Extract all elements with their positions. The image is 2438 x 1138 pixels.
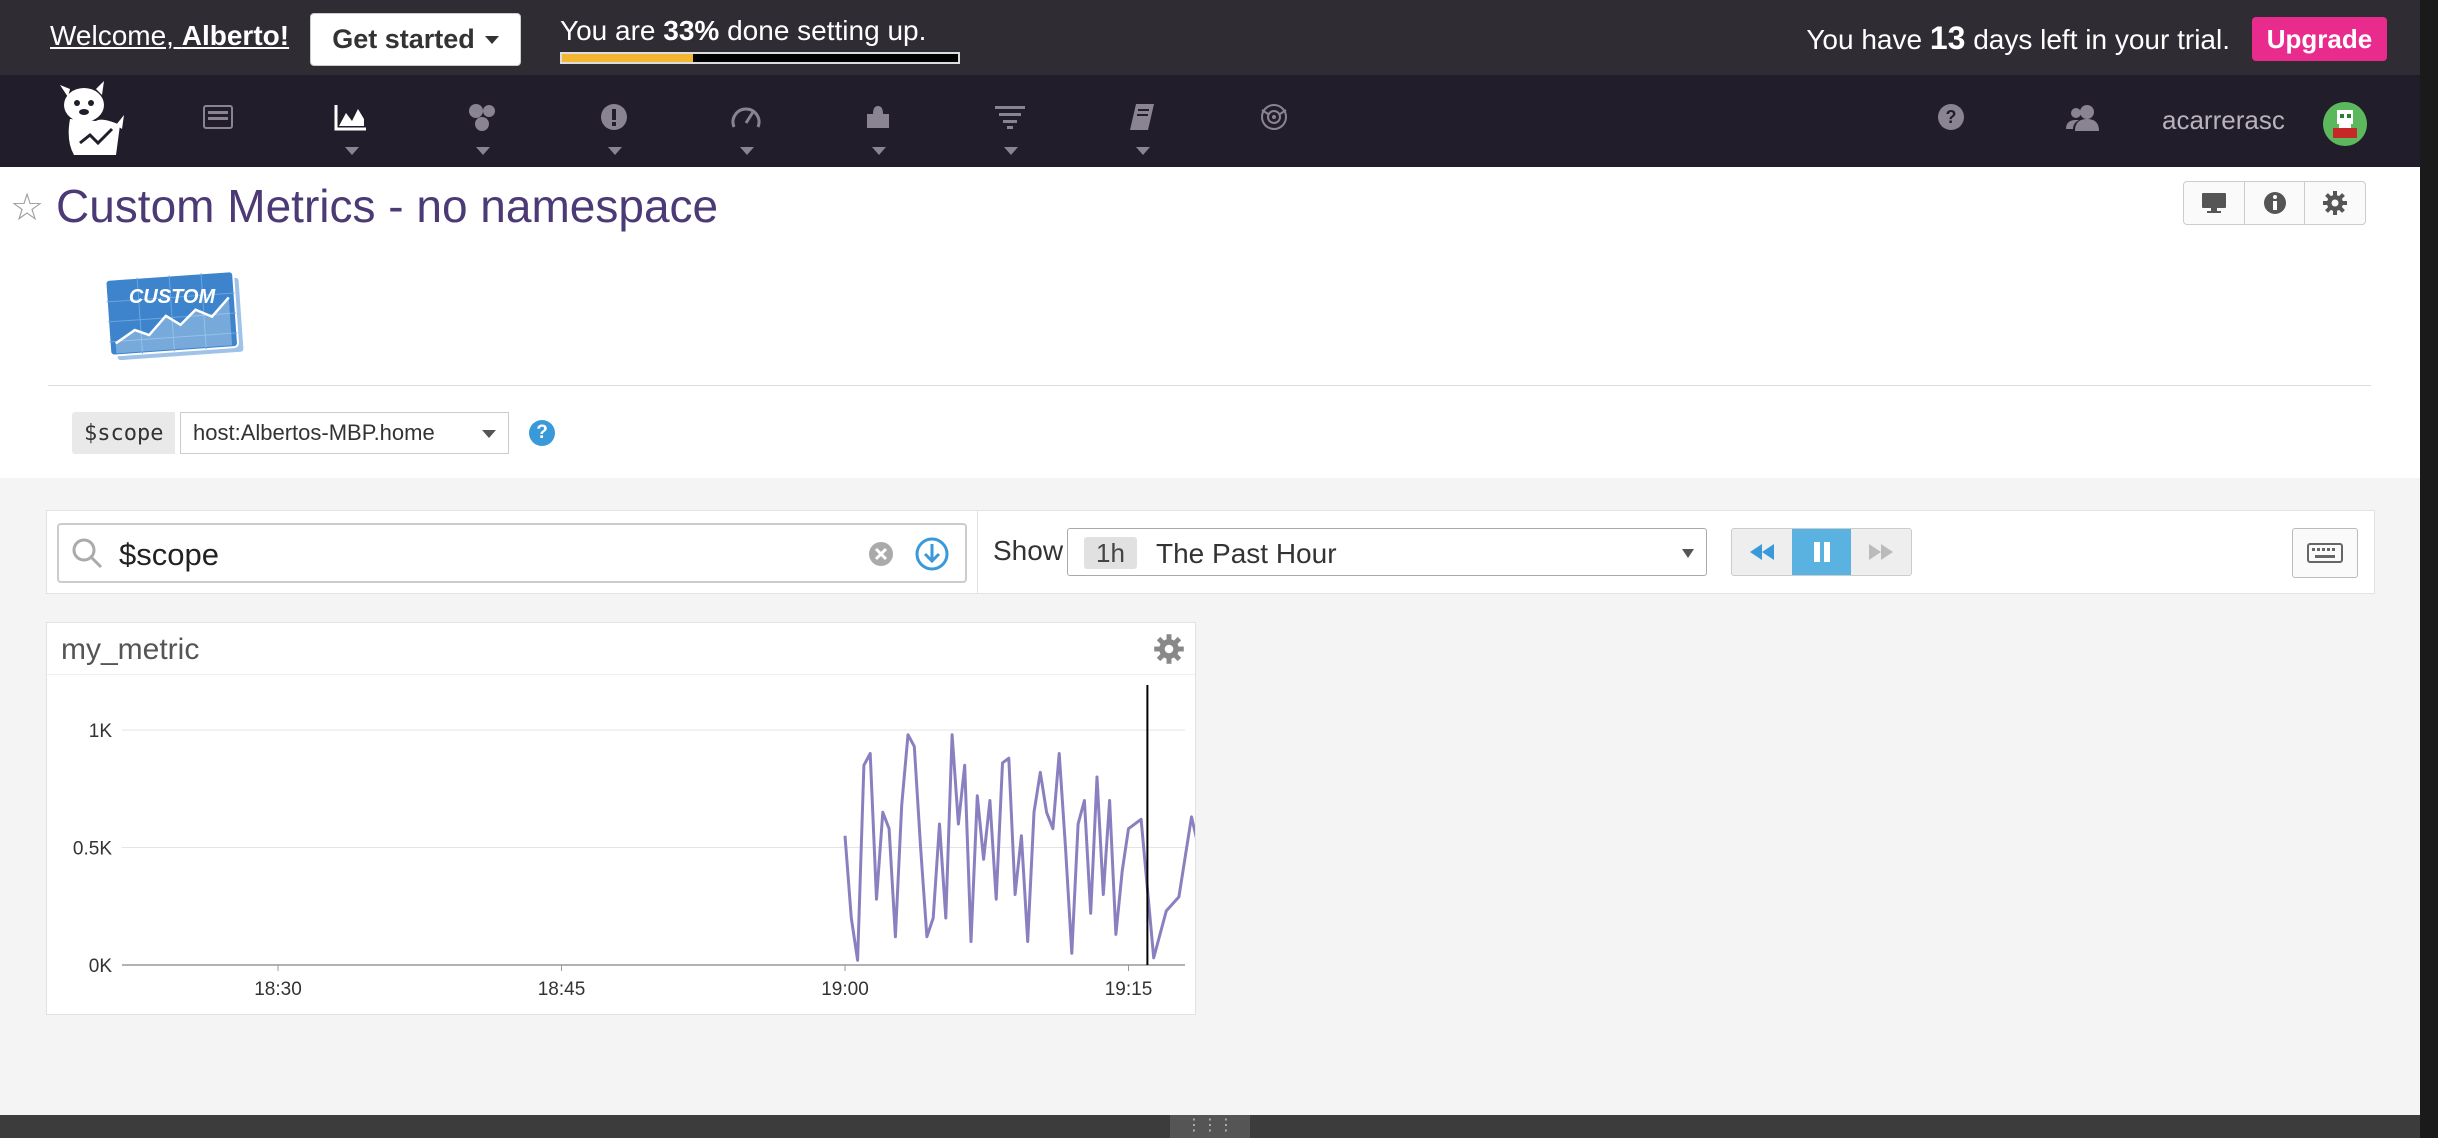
trial-bar: Welcome, Alberto! Get started You are 33…: [0, 0, 2420, 75]
welcome-name: Alberto!: [181, 20, 290, 51]
search-icon: [72, 538, 103, 569]
infrastructure-icon[interactable]: [462, 97, 502, 155]
rewind-icon: [1749, 544, 1774, 560]
star-icon[interactable]: ☆: [10, 185, 44, 230]
team-icon[interactable]: [2063, 97, 2103, 137]
main-nav: ? acarrerasc: [0, 75, 2420, 167]
welcome-prefix: Welcome,: [50, 20, 182, 51]
keyboard-shortcuts-button[interactable]: [2292, 528, 2358, 578]
info-button[interactable]: [2245, 182, 2306, 224]
custom-metrics-logo: CUSTOM: [104, 267, 252, 367]
info-icon: [2263, 192, 2286, 214]
logs-icon[interactable]: [990, 97, 1030, 155]
watchdog-icon[interactable]: [1254, 97, 1294, 137]
fast-forward-icon: [1869, 544, 1894, 560]
setup-progress-fill: [562, 54, 693, 62]
setup-progress-text: You are 33% done setting up.: [560, 15, 926, 47]
download-icon[interactable]: [915, 537, 949, 571]
window-edge: [2420, 0, 2438, 1138]
setup-progress-bar: [560, 52, 960, 64]
get-started-button[interactable]: Get started: [310, 13, 521, 66]
clear-icon[interactable]: [867, 540, 895, 568]
trial-prefix: You have: [1806, 24, 1930, 55]
chevron-down-icon: [345, 147, 359, 155]
upgrade-button[interactable]: Upgrade: [2252, 17, 2387, 61]
gear-icon: [2323, 191, 2348, 215]
gear-icon[interactable]: [1153, 633, 1185, 665]
metrics-icon[interactable]: [331, 97, 371, 155]
setup-suffix: done setting up.: [719, 15, 927, 46]
chevron-down-icon: [482, 430, 496, 438]
time-range-badge: 1h: [1084, 537, 1137, 569]
trial-days: 13: [1929, 20, 1966, 56]
search-input[interactable]: $scope: [57, 523, 967, 583]
get-started-label: Get started: [332, 24, 475, 54]
trial-days-text: You have 13 days left in your trial.: [1806, 20, 2230, 57]
chevron-down-icon: [1682, 549, 1694, 558]
resize-handle[interactable]: ⋮⋮⋮: [1170, 1115, 1250, 1138]
fast-forward-button[interactable]: [1851, 529, 1911, 575]
pause-button[interactable]: [1791, 529, 1852, 575]
integrations-icon[interactable]: [858, 97, 898, 155]
help-icon[interactable]: ?: [529, 420, 555, 446]
x-tick-label: 18:30: [254, 979, 302, 1000]
keyboard-icon: [2307, 543, 2343, 563]
chevron-down-icon: [608, 147, 622, 155]
template-variable-value: host:Albertos-MBP.home: [193, 420, 435, 445]
setup-prefix: You are: [560, 15, 664, 46]
avatar[interactable]: [2323, 102, 2367, 146]
divider: [48, 385, 2371, 386]
bottom-bar: ⋮⋮⋮: [0, 1115, 2420, 1138]
x-tick-label: 19:15: [1105, 979, 1153, 1000]
playback-controls: [1731, 528, 1912, 576]
time-range-label: The Past Hour: [1156, 538, 1337, 569]
chevron-down-icon: [740, 147, 754, 155]
svg-text:?: ?: [1946, 107, 1957, 127]
chevron-down-icon: [476, 147, 490, 155]
y-tick-label: 0.5K: [73, 839, 112, 860]
y-tick-label: 0K: [89, 956, 113, 977]
header-button-group: [2183, 181, 2366, 225]
monitors-icon[interactable]: [594, 97, 634, 155]
template-variable-name: $scope: [72, 412, 176, 454]
apm-icon[interactable]: [726, 97, 766, 155]
notebooks-icon[interactable]: [1122, 97, 1162, 155]
custom-logo-text: CUSTOM: [129, 286, 217, 308]
username[interactable]: acarrerasc: [2162, 105, 2285, 136]
time-range-select[interactable]: 1h The Past Hour: [1067, 528, 1707, 576]
dashboard-list-icon[interactable]: [198, 97, 238, 137]
setup-percent: 33%: [663, 15, 720, 46]
metric-chart[interactable]: 0K 0.5K 1K 18:30 18:45 19:00 19:15: [47, 675, 1195, 1015]
timeseries-widget[interactable]: my_metric 0K 0.5K 1K 18:30 18:45 19:00 19:15: [46, 622, 1196, 1015]
chevron-down-icon: [1004, 147, 1018, 155]
trial-suffix: days left in your trial.: [1965, 24, 2230, 55]
tv-mode-button[interactable]: [2184, 182, 2245, 224]
toolbar-separator: [977, 511, 978, 593]
show-label: Show: [993, 535, 1064, 566]
dashboard-toolbar: $scope Show 1h The Past Hour: [46, 510, 2375, 594]
pause-icon: [1813, 542, 1830, 562]
datadog-logo[interactable]: [56, 79, 128, 159]
question-icon[interactable]: ?: [1931, 97, 1971, 137]
widget-title: my_metric: [61, 633, 200, 666]
page-title: Custom Metrics - no namespace: [56, 180, 719, 232]
monitor-icon: [2201, 193, 2226, 213]
settings-button[interactable]: [2305, 182, 2365, 224]
chevron-down-icon: [872, 147, 886, 155]
rewind-button[interactable]: [1732, 529, 1792, 575]
dashboard-header: ☆ Custom Metrics - no namespace CUSTOM $…: [0, 167, 2420, 478]
template-variable-select[interactable]: host:Albertos-MBP.home: [180, 412, 509, 454]
chevron-down-icon: [1136, 147, 1150, 155]
search-value: $scope: [119, 537, 219, 572]
x-tick-label: 19:00: [821, 979, 869, 1000]
y-tick-label: 1K: [89, 721, 113, 742]
chevron-down-icon: [484, 35, 499, 44]
x-tick-label: 18:45: [538, 979, 586, 1000]
welcome-message[interactable]: Welcome, Alberto!: [50, 20, 289, 52]
widget-header: my_metric: [47, 623, 1195, 675]
